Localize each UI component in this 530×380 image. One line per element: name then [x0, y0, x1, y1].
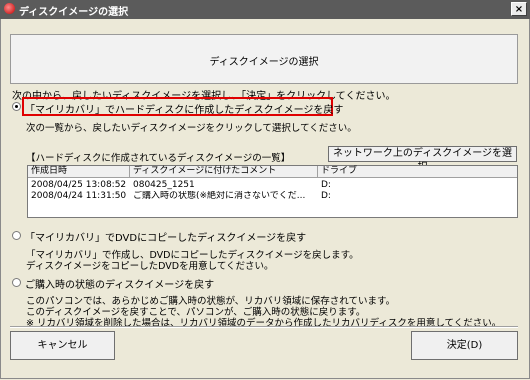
- list-caption: 【ハードディスクに作成されているディスクイメージの一覧】: [26, 153, 291, 164]
- option1-label[interactable]: 「マイリカバリ」でハードディスクに作成したディスクイメージを戻す: [25, 101, 343, 116]
- option3-label[interactable]: ご購入時の状態のディスクイメージを戻す: [25, 276, 214, 291]
- option1-radio[interactable]: [12, 102, 21, 111]
- row2-drive[interactable]: D:: [318, 191, 381, 201]
- cancel-button[interactable]: キャンセル: [10, 331, 115, 360]
- title-bar: ディスクイメージの選択 ×: [0, 0, 530, 19]
- close-button[interactable]: ×: [511, 2, 527, 16]
- header-panel: ディスクイメージの選択: [10, 34, 518, 84]
- column-header-date[interactable]: 作成日時: [28, 166, 130, 178]
- option2-radio[interactable]: [12, 231, 21, 240]
- header-title: ディスクイメージの選択: [209, 57, 319, 68]
- option3-radio[interactable]: [12, 278, 21, 287]
- row2-comment[interactable]: ご購入時の状態(※絶対に消さないでくだ...: [130, 191, 318, 201]
- row1-date[interactable]: 2008/04/25 13:08:52: [28, 180, 131, 190]
- window-title: ディスクイメージの選択: [19, 7, 129, 18]
- row1-comment[interactable]: 080425_1251: [130, 180, 318, 190]
- column-header-comment[interactable]: ディスクイメージに付けたコメント: [130, 166, 318, 178]
- app-icon: [4, 3, 15, 14]
- option1-sub: 次の一覧から、戻したいディスクイメージをクリックして選択してください。: [26, 123, 357, 134]
- option2-desc2: ディスクイメージをコピーしたDVDを用意してください。: [26, 261, 274, 272]
- option2-label[interactable]: 「マイリカバリ」でDVDにコピーしたディスクイメージを戻す: [25, 229, 306, 244]
- row1-drive[interactable]: D:: [318, 180, 381, 190]
- row2-date[interactable]: 2008/04/24 11:31:50: [28, 191, 131, 201]
- column-header-drive[interactable]: ドライブ: [318, 166, 517, 178]
- ok-button[interactable]: 決定(D): [411, 331, 518, 360]
- separator: [10, 326, 518, 328]
- image-list-table[interactable]: 作成日時 ディスクイメージに付けたコメント ドライブ 2008/04/25 13…: [27, 165, 518, 218]
- network-image-button[interactable]: ネットワーク上のディスクイメージを選択: [328, 146, 517, 173]
